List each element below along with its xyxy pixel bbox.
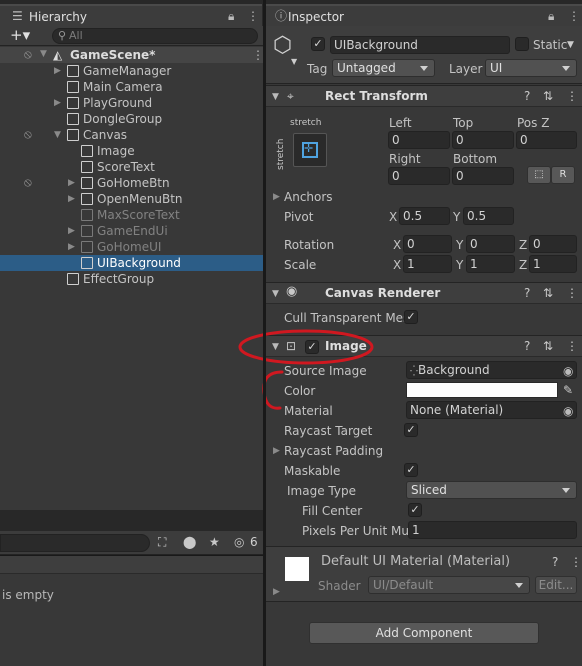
annotation-circle — [238, 329, 374, 365]
panel-divider[interactable] — [263, 0, 266, 666]
annotation-overlay — [238, 329, 374, 410]
annotation-bracket — [262, 370, 284, 410]
